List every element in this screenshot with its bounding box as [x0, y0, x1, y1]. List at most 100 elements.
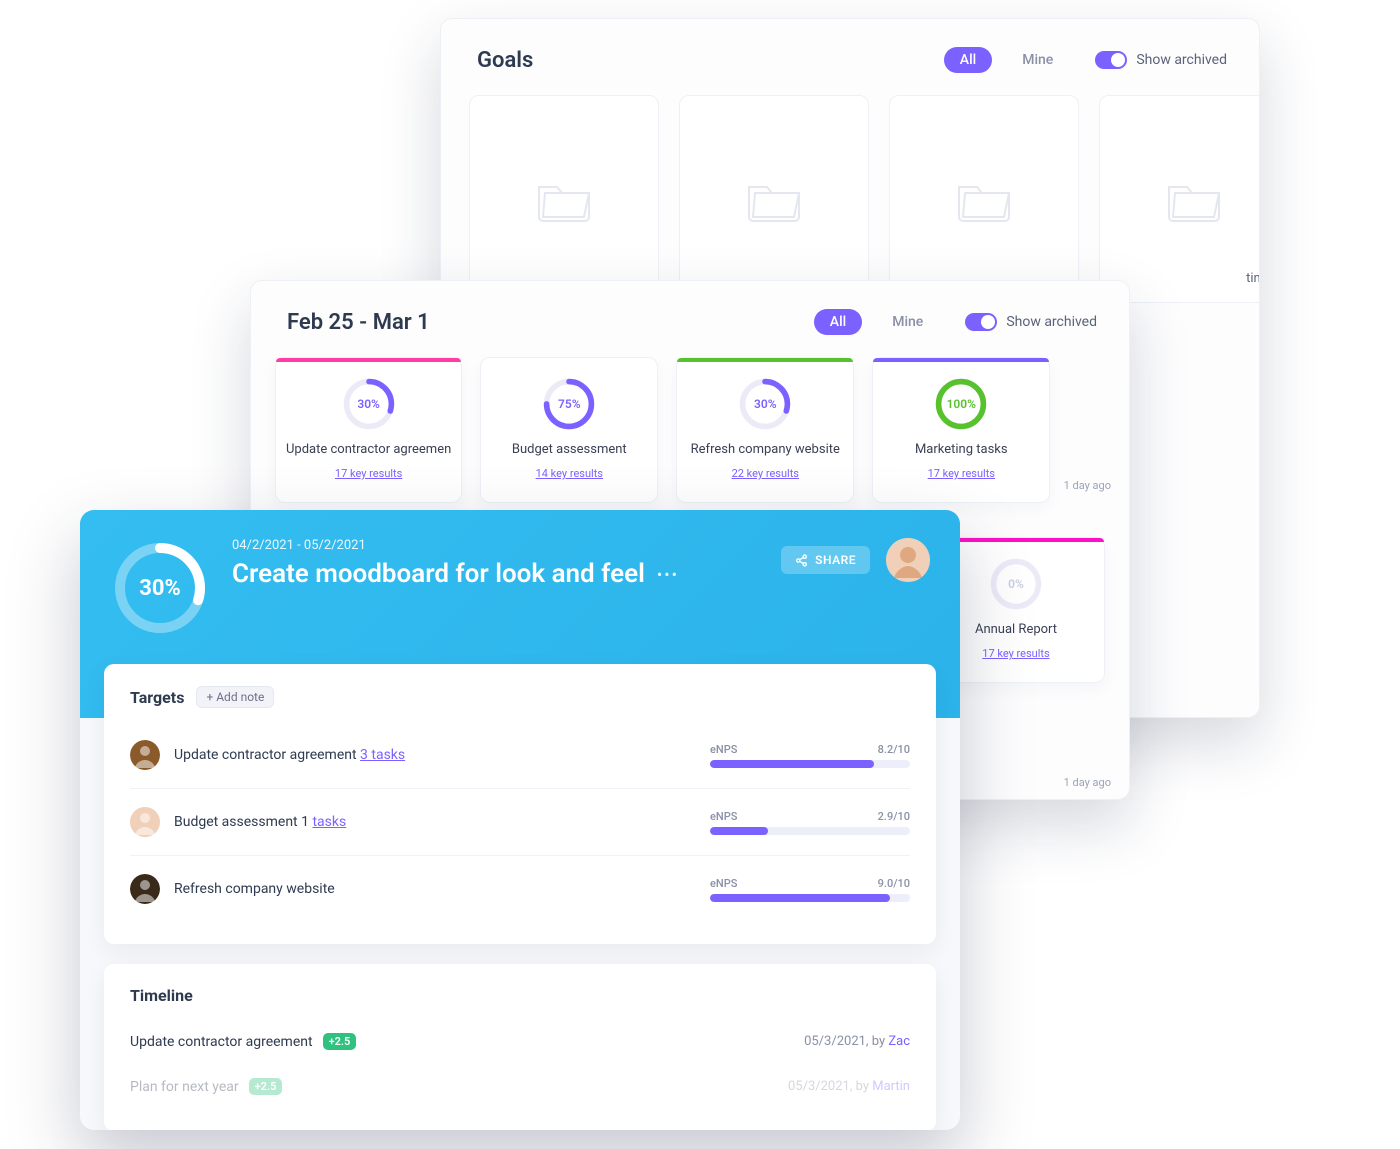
target-metric: eNPS 9.0/10	[710, 877, 910, 902]
target-metric: eNPS 8.2/10	[710, 743, 910, 768]
goals-cards: ting	[441, 95, 1259, 303]
share-button[interactable]: SHARE	[781, 546, 870, 574]
metric-bar	[710, 894, 910, 902]
progress-donut: 0%	[988, 556, 1044, 612]
progress-card[interactable]: 30% Update contractor agreemen 17 key re…	[275, 357, 462, 503]
metric-bar	[710, 827, 910, 835]
target-label: Budget assessment 1 tasks	[174, 814, 346, 830]
progress-pct: 30%	[737, 376, 793, 432]
show-archived-label: Show archived	[1136, 52, 1227, 68]
goals-controls: All Mine Show archived	[944, 47, 1227, 73]
metric-name: eNPS	[710, 877, 737, 890]
assignee-avatar[interactable]	[130, 740, 160, 770]
metric-name: eNPS	[710, 810, 737, 823]
goal-card[interactable]: ting	[1099, 95, 1260, 303]
assignee-avatar[interactable]	[130, 807, 160, 837]
add-note-button[interactable]: + Add note	[196, 686, 274, 708]
goal-progress-donut: 30%	[110, 538, 210, 638]
progress-card-sub[interactable]: 17 key results	[335, 467, 402, 480]
targets-heading: Targets	[130, 688, 184, 707]
timeline-author[interactable]: Martin	[872, 1079, 910, 1094]
folder-icon	[745, 175, 803, 223]
target-tasks-link[interactable]: tasks	[312, 814, 346, 830]
progress-pct: 30%	[341, 376, 397, 432]
progress-card-sub[interactable]: 17 key results	[982, 647, 1049, 660]
timeline-label: Plan for next year	[130, 1079, 239, 1095]
delta-badge: +2.5	[323, 1033, 357, 1050]
goal-card-caption: ting	[1236, 271, 1260, 286]
goal-card[interactable]	[679, 95, 869, 303]
timeline-list: Update contractor agreement +2.5 05/3/20…	[130, 1019, 910, 1109]
timeline-meta: 05/3/2021, by Zac	[804, 1034, 910, 1049]
progress-card-sub[interactable]: 14 key results	[536, 467, 603, 480]
progress-card-sub[interactable]: 17 key results	[928, 467, 995, 480]
targets-list: Update contractor agreement 3 tasks eNPS…	[130, 722, 910, 922]
progress-card-title: Marketing tasks	[915, 442, 1008, 457]
progress-card-title: Update contractor agreemen	[286, 442, 451, 457]
toggle-icon	[965, 313, 997, 331]
show-archived-toggle[interactable]: Show archived	[1095, 51, 1227, 69]
period-controls: All Mine Show archived	[814, 309, 1097, 335]
progress-donut: 30%	[341, 376, 397, 432]
filter-mine[interactable]: Mine	[876, 309, 939, 335]
metric-score: 2.9/10	[878, 810, 910, 823]
assignee-avatar[interactable]	[130, 874, 160, 904]
progress-pct: 100%	[933, 376, 989, 432]
owner-avatar[interactable]	[886, 538, 930, 582]
progress-card-title: Budget assessment	[512, 442, 627, 457]
target-label: Refresh company website	[174, 881, 335, 897]
detail-hero-right: SHARE	[781, 538, 930, 582]
targets-card: Targets + Add note Update contractor agr…	[104, 664, 936, 944]
filter-group: All Mine	[944, 47, 1070, 73]
timeline-meta: 05/3/2021, by Martin	[788, 1079, 910, 1094]
metric-bar	[710, 760, 910, 768]
period-header: Feb 25 - Mar 1 All Mine Show archived	[251, 281, 1129, 357]
filter-all[interactable]: All	[944, 47, 992, 73]
timeline-heading: Timeline	[130, 986, 193, 1005]
show-archived-label: Show archived	[1006, 314, 1097, 330]
progress-donut: 30%	[737, 376, 793, 432]
target-row: Budget assessment 1 tasks eNPS 2.9/10	[130, 788, 910, 855]
metric-name: eNPS	[710, 743, 737, 756]
more-icon[interactable]: •••	[657, 565, 679, 584]
metric-score: 9.0/10	[878, 877, 910, 890]
timeline-row: Plan for next year +2.5 05/3/2021, by Ma…	[130, 1064, 910, 1109]
target-row: Update contractor agreement 3 tasks eNPS…	[130, 722, 910, 788]
progress-card[interactable]: 75% Budget assessment 14 key results	[480, 357, 658, 503]
goal-card[interactable]	[469, 95, 659, 303]
detail-main: 04/2/2021 - 05/2/2021 Create moodboard f…	[232, 538, 759, 589]
progress-pct: 75%	[541, 376, 597, 432]
progress-card-title: Refresh company website	[691, 442, 840, 457]
detail-title-row: Create moodboard for look and feel •••	[232, 559, 759, 589]
folder-icon	[535, 175, 593, 223]
filter-group: All Mine	[814, 309, 940, 335]
toggle-icon	[1095, 51, 1127, 69]
progress-card-sub[interactable]: 22 key results	[732, 467, 799, 480]
target-row: Refresh company website eNPS 9.0/10	[130, 855, 910, 922]
delta-badge: +2.5	[249, 1078, 283, 1095]
share-label: SHARE	[815, 553, 856, 567]
show-archived-toggle[interactable]: Show archived	[965, 313, 1097, 331]
progress-card[interactable]: 100% Marketing tasks 17 key results	[872, 357, 1050, 503]
folder-icon	[955, 175, 1013, 223]
progress-pct: 0%	[988, 556, 1044, 612]
filter-all[interactable]: All	[814, 309, 862, 335]
detail-title: Create moodboard for look and feel	[232, 559, 645, 589]
target-tasks-link[interactable]: 3 tasks	[360, 747, 405, 763]
goals-title: Goals	[477, 48, 533, 73]
folder-icon	[1165, 175, 1223, 223]
target-label: Update contractor agreement 3 tasks	[174, 747, 405, 763]
filter-mine[interactable]: Mine	[1006, 47, 1069, 73]
timeline-header: Timeline	[130, 986, 910, 1005]
progress-card[interactable]: 30% Refresh company website 22 key resul…	[676, 357, 854, 503]
share-icon	[795, 554, 808, 567]
timeline-label: Update contractor agreement	[130, 1034, 313, 1050]
timeline-card: Timeline Update contractor agreement +2.…	[104, 964, 936, 1130]
goal-progress-label: 30%	[110, 538, 210, 638]
goals-header: Goals All Mine Show archived	[441, 19, 1259, 95]
timeline-author[interactable]: Zac	[888, 1034, 910, 1049]
progress-donut: 75%	[541, 376, 597, 432]
goal-card[interactable]	[889, 95, 1079, 303]
period-footer: 1 day ago	[1064, 776, 1111, 789]
progress-card-title: Annual Report	[975, 622, 1057, 637]
